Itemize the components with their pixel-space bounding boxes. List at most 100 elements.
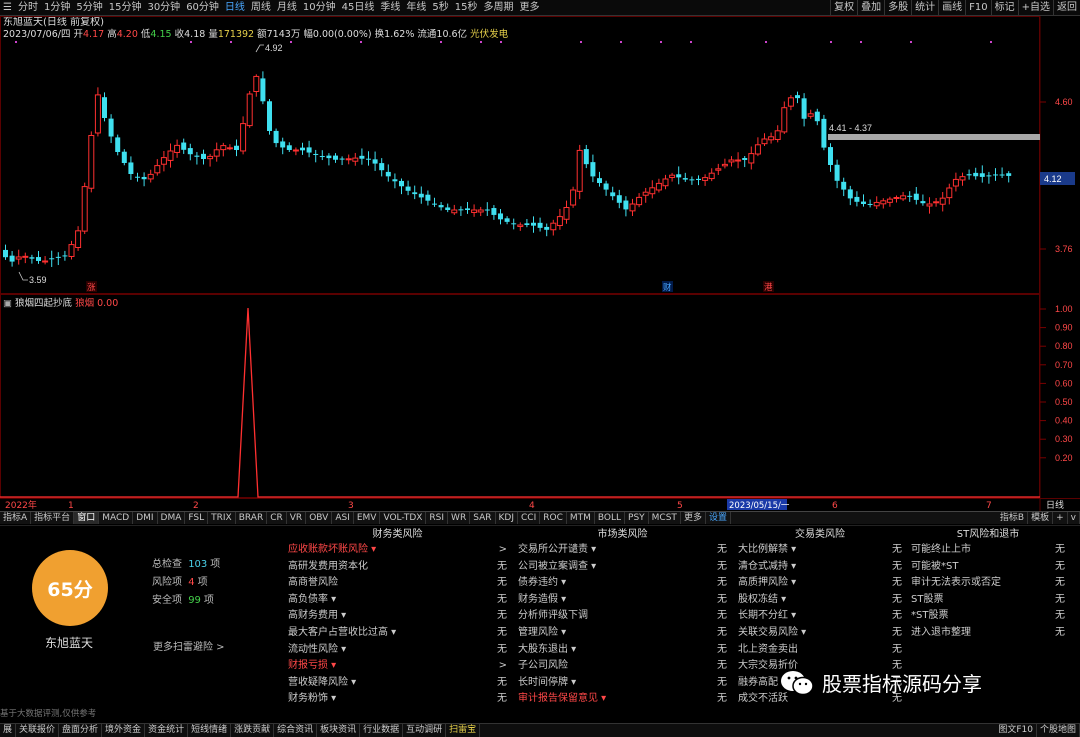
risk-item[interactable]: 高商誉风险 无: [285, 575, 510, 592]
risk-item[interactable]: 大比例解禁 ▾ 无: [735, 542, 905, 559]
more-scan-link[interactable]: 更多扫雷避险 >: [153, 638, 225, 653]
bottom-fund-stats[interactable]: 资金统计: [145, 724, 189, 737]
tab-psy[interactable]: PSY: [625, 512, 649, 524]
tab-roc[interactable]: ROC: [540, 512, 567, 524]
risk-item[interactable]: 营收疑降风险 ▾ 无: [285, 675, 510, 692]
bottom-market-analysis[interactable]: 盘面分析: [59, 724, 103, 737]
risk-item[interactable]: 关联交易风险 ▾ 无: [735, 625, 905, 642]
risk-item[interactable]: 分析师评级下调 无: [515, 608, 730, 625]
tab-indicator-platform[interactable]: 指标平台: [31, 512, 75, 524]
tab-emv[interactable]: EMV: [354, 512, 381, 524]
risk-item[interactable]: *ST股票 无: [908, 608, 1068, 625]
tab-brar[interactable]: BRAR: [236, 512, 268, 524]
tab-asi[interactable]: ASI: [332, 512, 354, 524]
candle-body: [471, 209, 478, 213]
tab-dmi[interactable]: DMI: [133, 512, 158, 524]
bottom-industry-data[interactable]: 行业数据: [360, 724, 404, 737]
tab-rsi[interactable]: RSI: [426, 512, 449, 524]
tab-obv[interactable]: OBV: [306, 512, 333, 524]
tab-boll[interactable]: BOLL: [595, 512, 626, 524]
tab-kdj[interactable]: KDJ: [496, 512, 518, 524]
risk-item[interactable]: 进入退市整理 无: [908, 625, 1068, 642]
marker-zhang[interactable]: 涨: [87, 282, 96, 293]
candle-body: [550, 222, 557, 231]
tab-wr[interactable]: WR: [448, 512, 471, 524]
bottom-mine-scan[interactable]: 扫雷宝: [446, 724, 481, 737]
risk-item[interactable]: 高财务费用 ▾ 无: [285, 608, 510, 625]
risk-item[interactable]: 大股东退出 ▾ 无: [515, 642, 730, 659]
bottom-related-quote[interactable]: 关联报价: [16, 724, 60, 737]
tab-template[interactable]: 模板: [1028, 512, 1054, 524]
candle-body: [629, 203, 636, 212]
tab-vr[interactable]: VR: [287, 512, 307, 524]
tab-cci[interactable]: CCI: [518, 512, 541, 524]
watermark: 股票指标源码分享: [780, 668, 982, 697]
risk-item[interactable]: 财报亏损 ▾ >: [285, 658, 510, 675]
tab-vol-tdx[interactable]: VOL-TDX: [380, 512, 427, 524]
risk-item[interactable]: 最大客户占营收比过高 ▾ 无: [285, 625, 510, 642]
tab-collapse[interactable]: v: [1068, 512, 1080, 524]
marker-cai[interactable]: 财: [663, 282, 672, 293]
risk-item[interactable]: 可能终止上市 无: [908, 542, 1068, 559]
candle-body: [432, 203, 437, 205]
tab-more[interactable]: 更多: [681, 512, 706, 524]
risk-item[interactable]: 高研发费用资本化 无: [285, 559, 510, 576]
candle-body: [524, 223, 530, 225]
event-dot: [860, 41, 862, 43]
tab-indicator-b[interactable]: 指标B: [997, 512, 1029, 524]
bottom-expand[interactable]: 展: [0, 724, 17, 737]
candlestick-series: [3, 71, 1012, 267]
risk-item[interactable]: 流动性风险 ▾ 无: [285, 642, 510, 659]
risk-item[interactable]: 交易所公开谴责 ▾ 无: [515, 542, 730, 559]
bottom-stock-map[interactable]: 个股地图: [1037, 724, 1080, 737]
tab-mtm[interactable]: MTM: [567, 512, 595, 524]
bottom-f10[interactable]: 图文F10: [995, 724, 1037, 737]
risk-item[interactable]: 股权冻结 ▾ 无: [735, 592, 905, 609]
risk-item[interactable]: 高质押风险 ▾ 无: [735, 575, 905, 592]
risk-item[interactable]: 子公司风险 无: [515, 658, 730, 675]
candle-body: [438, 205, 444, 208]
marker-gang[interactable]: 港: [764, 282, 773, 293]
tab-macd[interactable]: MACD: [99, 512, 134, 524]
risk-item[interactable]: 管理风险 ▾ 无: [515, 625, 730, 642]
bottom-short-sentiment[interactable]: 短线情绪: [188, 724, 232, 737]
tab-window[interactable]: 窗口: [74, 512, 100, 524]
bottom-news[interactable]: 综合资讯: [274, 724, 318, 737]
risk-item[interactable]: 高负债率 ▾ 无: [285, 592, 510, 609]
risk-item[interactable]: 审计报告保留意见 ▾ 无: [515, 691, 730, 708]
risk-item[interactable]: 财务粉饰 ▾ 无: [285, 691, 510, 708]
risk-item[interactable]: 应收账款坏账风险 ▾ >: [285, 542, 510, 559]
bottom-foreign-funds[interactable]: 境外资金: [102, 724, 146, 737]
risk-item[interactable]: 财务造假 ▾ 无: [515, 592, 730, 609]
stat-total-unit: 项: [210, 559, 221, 570]
risk-item-status: 无: [717, 626, 727, 638]
risk-item[interactable]: 北上资金卖出 无: [735, 642, 905, 659]
indicator-name[interactable]: 狼烟四起抄底: [15, 298, 72, 309]
kline-chart[interactable]: 4.41 - 4.37 4.92 3.59 4.60 3.76 4.12 涨 财…: [0, 0, 1080, 511]
risk-item[interactable]: 清仓式减持 ▾ 无: [735, 559, 905, 576]
bottom-interaction[interactable]: 互动调研: [403, 724, 447, 737]
risk-item[interactable]: 债券违约 ▾ 无: [515, 575, 730, 592]
risk-item[interactable]: ST股票 无: [908, 592, 1068, 609]
risk-item[interactable]: 审计无法表示或否定 无: [908, 575, 1068, 592]
candle-body: [372, 159, 378, 164]
indicator-minimize-icon[interactable]: ▣: [3, 298, 12, 309]
tab-add[interactable]: +: [1053, 512, 1068, 524]
candle-body: [768, 136, 775, 141]
tab-sar[interactable]: SAR: [470, 512, 496, 524]
tab-cr[interactable]: CR: [267, 512, 287, 524]
candle-body: [465, 208, 470, 210]
risk-item[interactable]: 长期不分红 ▾ 无: [735, 608, 905, 625]
tab-fsl[interactable]: FSL: [185, 512, 209, 524]
tab-mcst[interactable]: MCST: [649, 512, 681, 524]
tab-dma[interactable]: DMA: [158, 512, 186, 524]
tab-indicator-a[interactable]: 指标A: [0, 512, 32, 524]
risk-item[interactable]: 可能被*ST 无: [908, 559, 1068, 576]
bottom-contribution[interactable]: 涨跌贡献: [231, 724, 275, 737]
tab-trix[interactable]: TRIX: [208, 512, 236, 524]
tab-settings[interactable]: 设置: [706, 512, 731, 524]
risk-item[interactable]: 公司被立案调查 ▾ 无: [515, 559, 730, 576]
risk-item[interactable]: 长时间停牌 ▾ 无: [515, 675, 730, 692]
bottom-sector-news[interactable]: 板块资讯: [317, 724, 361, 737]
candle-body: [999, 174, 1005, 176]
